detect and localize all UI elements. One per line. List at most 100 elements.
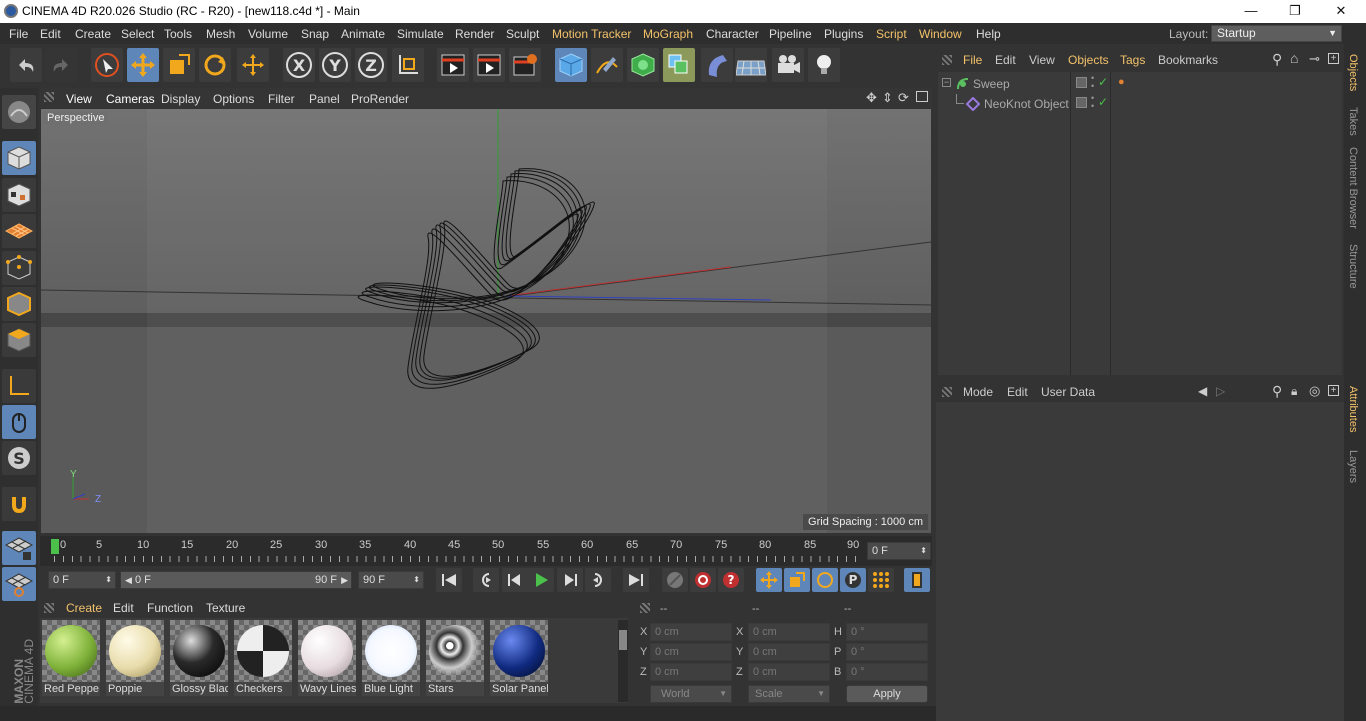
max-time-field[interactable]: 90 F ⬍ <box>358 571 424 589</box>
key-position-button[interactable] <box>756 568 782 592</box>
close-button[interactable]: ✕ <box>1318 0 1364 23</box>
render-settings-button[interactable] <box>509 48 541 82</box>
render-to-picture-viewer-button[interactable] <box>473 48 505 82</box>
object-menu-tags[interactable]: Tags <box>1120 53 1145 67</box>
material-scrollbar[interactable] <box>618 620 628 702</box>
undo-button[interactable] <box>10 48 42 82</box>
viewport-menu-panel[interactable]: Panel <box>309 92 340 106</box>
keyframe-selection-button[interactable]: ? <box>718 568 744 592</box>
render-visibility-dots[interactable]: • • <box>1091 74 1094 91</box>
viewport-menu-filter[interactable]: Filter <box>268 92 295 106</box>
min-time-field[interactable]: 0 F ⬍ <box>48 571 116 589</box>
size-y-field[interactable]: 0 cm <box>748 643 830 661</box>
tab-takes[interactable]: Takes <box>1347 107 1359 136</box>
menu-animate[interactable]: Animate <box>341 27 385 41</box>
menu-file[interactable]: File <box>9 27 28 41</box>
enable-workplane-button[interactable] <box>2 531 36 565</box>
make-editable-button[interactable] <box>2 95 36 129</box>
viewport-menu-cameras[interactable]: Cameras <box>106 92 155 106</box>
tab-objects[interactable]: Objects <box>1347 54 1359 91</box>
next-key-button[interactable] <box>585 568 611 592</box>
collapse-icon[interactable]: − <box>942 78 951 87</box>
go-to-start-button[interactable] <box>436 568 462 592</box>
menu-window[interactable]: Window <box>919 27 962 41</box>
points-mode-button[interactable] <box>2 251 36 285</box>
object-menu-file[interactable]: File <box>963 53 982 67</box>
size-x-field[interactable]: 0 cm <box>748 623 830 641</box>
viewport-menu-options[interactable]: Options <box>213 92 254 106</box>
tab-attributes[interactable]: Attributes <box>1347 386 1359 432</box>
search-icon[interactable]: ⚲ <box>1272 383 1282 400</box>
position-y-field[interactable]: 0 cm <box>650 643 732 661</box>
render-view-button[interactable] <box>437 48 469 82</box>
material-swatch[interactable]: Stars <box>426 620 484 696</box>
material-swatch[interactable]: Glossy Blac <box>170 620 228 696</box>
menu-mesh[interactable]: Mesh <box>206 27 235 41</box>
material-swatch[interactable]: Solar Panel <box>490 620 548 696</box>
coordinate-mode-dropdown[interactable]: World ▼ <box>650 685 732 703</box>
material-menu-create[interactable]: Create <box>66 601 102 615</box>
attribute-menu-user-data[interactable]: User Data <box>1041 385 1095 399</box>
viewport-menu-view[interactable]: View <box>66 92 92 106</box>
tab-structure[interactable]: Structure <box>1347 244 1359 289</box>
viewport-menu-prorender[interactable]: ProRender <box>351 92 409 106</box>
new-view-icon[interactable]: + <box>1328 385 1339 396</box>
rotation-p-field[interactable]: 0 ° <box>846 643 928 661</box>
apply-button[interactable]: Apply <box>846 685 928 703</box>
object-name[interactable]: Sweep <box>973 77 1010 91</box>
locked-workplane-button[interactable] <box>2 567 36 601</box>
target-icon[interactable]: ◎ <box>1309 383 1320 399</box>
enabled-checkmark-icon[interactable]: ✓ <box>1098 95 1108 109</box>
menu-help[interactable]: Help <box>976 27 1001 41</box>
viewport-pan-icon[interactable]: ✥ <box>866 90 877 106</box>
cube-object-button[interactable] <box>555 48 587 82</box>
timeline-window-button[interactable] <box>904 568 930 592</box>
menu-tools[interactable]: Tools <box>164 27 192 41</box>
previous-key-button[interactable] <box>473 568 499 592</box>
key-pla-button[interactable] <box>868 568 894 592</box>
texture-mode-button[interactable] <box>2 178 36 212</box>
object-menu-objects[interactable]: Objects <box>1068 53 1109 67</box>
autokeying-button[interactable] <box>690 568 716 592</box>
timeline-ruler[interactable]: 0 5 10 15 20 25 30 35 40 45 50 55 60 65 … <box>40 536 932 566</box>
viewport-zoom-icon[interactable]: ⇕ <box>882 90 893 106</box>
object-menu-edit[interactable]: Edit <box>995 53 1016 67</box>
record-active-objects-button[interactable] <box>662 568 688 592</box>
menu-plugins[interactable]: Plugins <box>824 27 863 41</box>
move-tool-button[interactable] <box>127 48 159 82</box>
object-row-neoknot[interactable]: NeoKnot Object • • ✓ <box>938 94 1342 114</box>
viewport-rotate-icon[interactable]: ⟳ <box>898 90 909 106</box>
size-mode-dropdown[interactable]: Scale ▼ <box>748 685 830 703</box>
menu-character[interactable]: Character <box>706 27 759 41</box>
size-z-field[interactable]: 0 cm <box>748 663 830 681</box>
next-frame-button[interactable] <box>557 568 583 592</box>
minimize-button[interactable]: — <box>1228 0 1274 23</box>
timeline-playhead[interactable] <box>51 539 59 554</box>
model-mode-button[interactable] <box>2 141 36 175</box>
workplane-mode-button[interactable] <box>2 214 36 248</box>
menu-mograph[interactable]: MoGraph <box>643 27 693 41</box>
play-button[interactable] <box>528 568 554 592</box>
lock-icon[interactable]: 🔒︎ <box>1291 384 1297 399</box>
search-icon[interactable]: ⚲ <box>1272 51 1282 68</box>
material-menu-function[interactable]: Function <box>147 601 193 615</box>
phong-tag-icon[interactable]: ● <box>1118 76 1125 88</box>
z-axis-lock-button[interactable]: Z <box>355 48 387 82</box>
material-swatch[interactable]: Poppie <box>106 620 164 696</box>
subdivision-surface-button[interactable] <box>627 48 659 82</box>
editor-visibility-toggle[interactable] <box>1076 77 1087 88</box>
material-swatch[interactable]: Checkers <box>234 620 292 696</box>
material-swatch[interactable]: Red Peppe <box>42 620 100 696</box>
menu-motion-tracker[interactable]: Motion Tracker <box>552 27 631 41</box>
render-visibility-dots[interactable]: • • <box>1091 94 1094 111</box>
light-button[interactable] <box>808 48 840 82</box>
menu-select[interactable]: Select <box>121 27 154 41</box>
menu-simulate[interactable]: Simulate <box>397 27 444 41</box>
editor-visibility-toggle[interactable] <box>1076 97 1087 108</box>
viewport-maximize-icon[interactable] <box>916 91 928 102</box>
menu-volume[interactable]: Volume <box>248 27 288 41</box>
go-to-end-button[interactable] <box>623 568 649 592</box>
link-icon[interactable]: ⊸ <box>1309 51 1320 67</box>
position-z-field[interactable]: 0 cm <box>650 663 732 681</box>
redo-button[interactable] <box>45 48 77 82</box>
